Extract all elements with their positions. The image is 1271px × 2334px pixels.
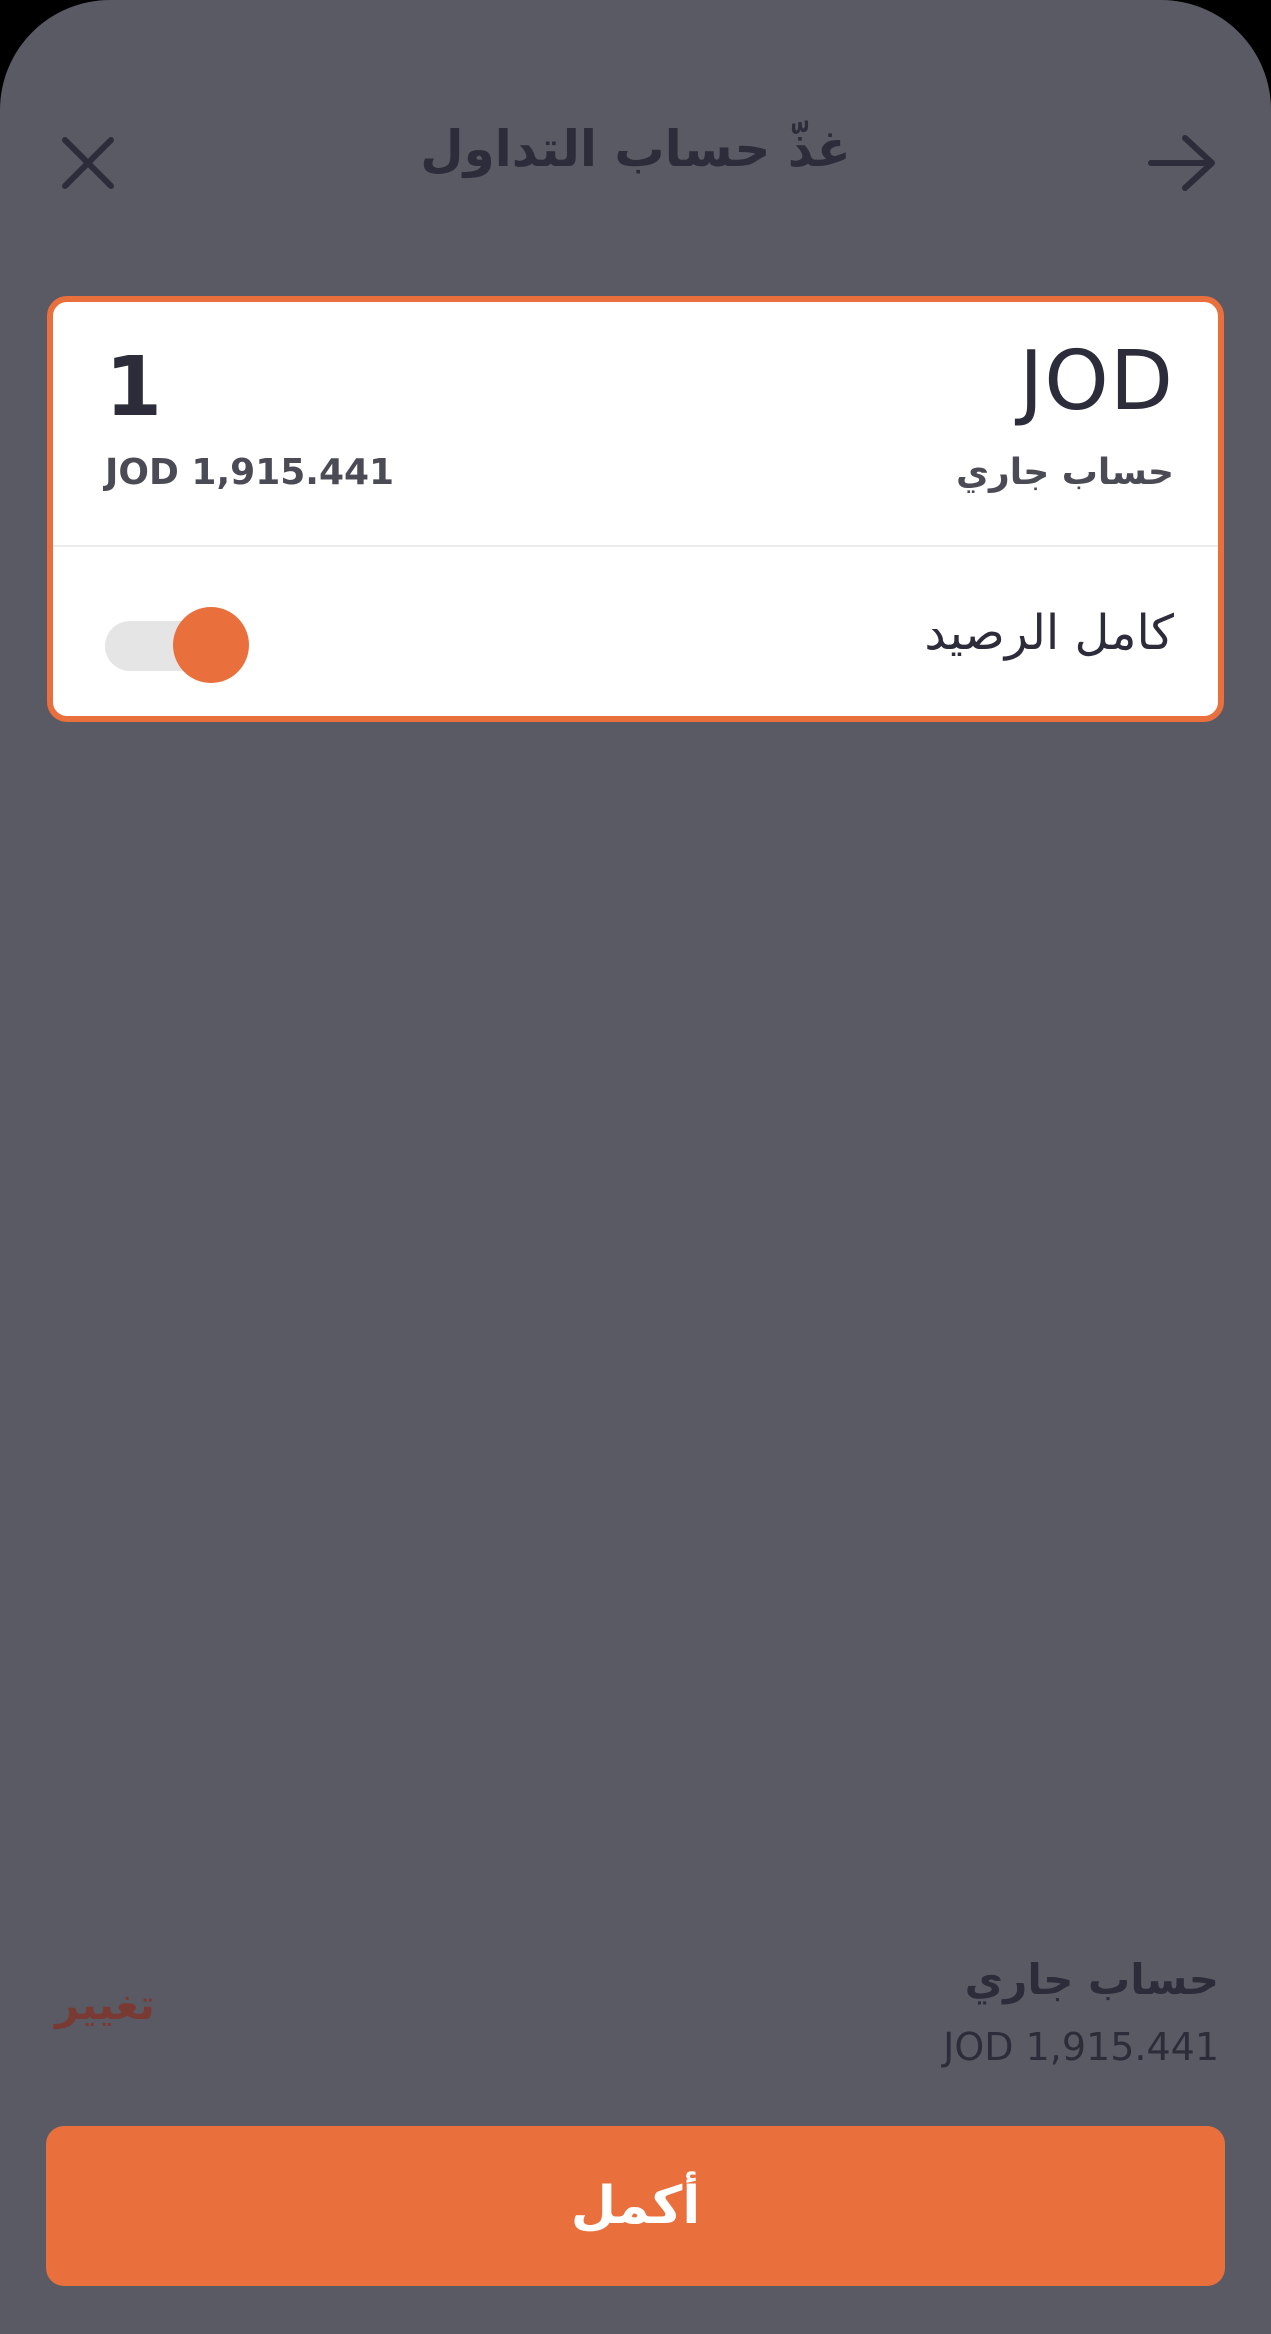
account-balance: JOD 1,915.441 [105,452,395,493]
summary-balance: JOD 1,915.441 [943,2025,1219,2069]
account-type-label: حساب جاري [956,452,1174,493]
change-account-link[interactable]: تغيير [55,1980,155,2029]
full-balance-row: كامل الرصيد [53,549,1218,716]
screen: غذّ حساب التداول JOD حساب جاري 1 JOD 1,9… [0,0,1271,2334]
summary-account-type: حساب جاري [964,1955,1219,2004]
full-balance-toggle[interactable] [105,607,249,683]
toggle-knob [173,607,249,683]
back-button[interactable] [1145,132,1219,194]
header: غذّ حساب التداول [0,100,1271,220]
account-card-info: JOD حساب جاري 1 JOD 1,915.441 [53,302,1218,547]
arrow-right-icon [1148,135,1215,191]
account-card[interactable]: JOD حساب جاري 1 JOD 1,915.441 كامل الرصي… [47,296,1224,722]
continue-button[interactable]: أكمل [46,2126,1225,2286]
amount-value: 1 [105,340,163,435]
currency-code: JOD [1019,334,1174,429]
page-title: غذّ حساب التداول [420,120,851,178]
full-balance-label: كامل الرصيد [924,605,1174,661]
